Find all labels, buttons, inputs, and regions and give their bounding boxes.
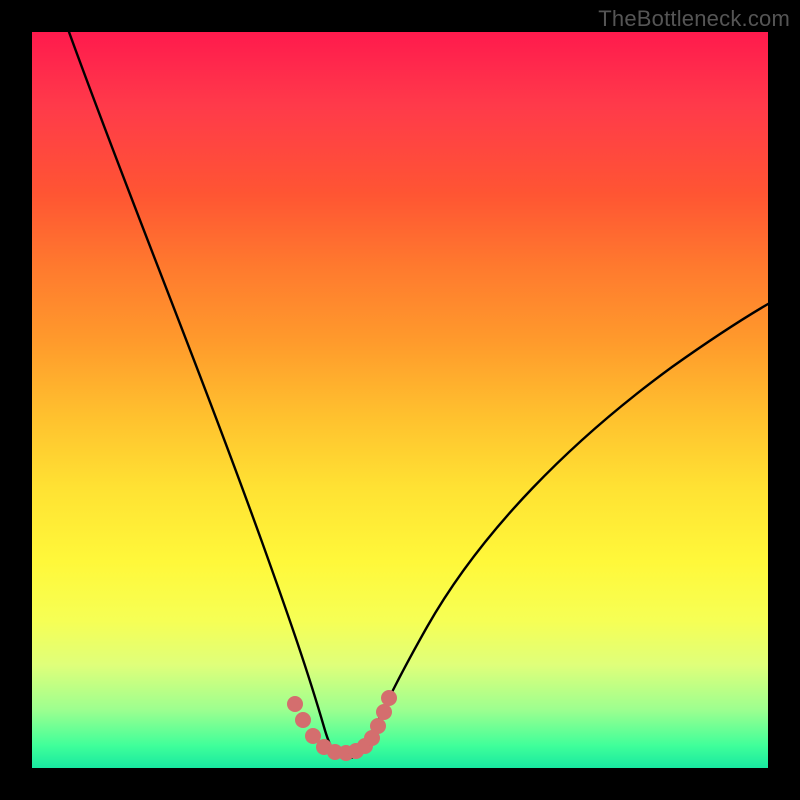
watermark-text: TheBottleneck.com	[598, 6, 790, 32]
curve-layer	[32, 32, 768, 768]
bottleneck-curve	[69, 32, 768, 758]
chart-frame: TheBottleneck.com	[0, 0, 800, 800]
plot-area	[32, 32, 768, 768]
valley-markers	[287, 690, 397, 761]
